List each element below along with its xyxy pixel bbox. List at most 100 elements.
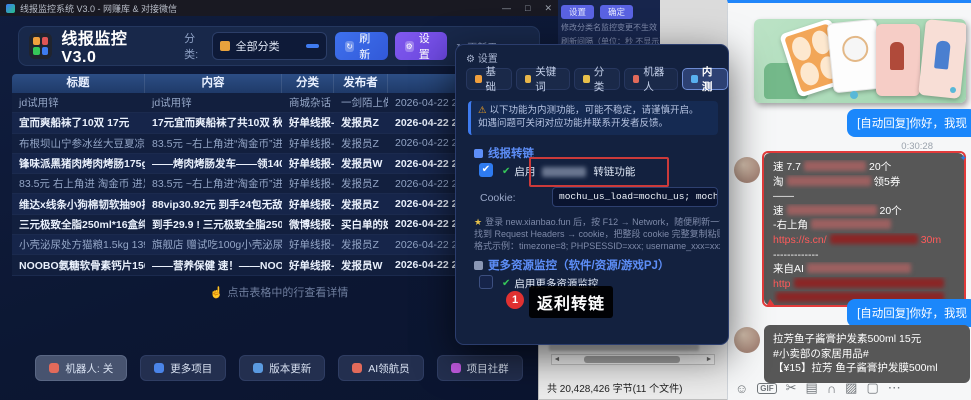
- footer-button-label: 机器人: 关: [65, 361, 113, 376]
- status-bar-text: 共 20,428,426 字节(11 个文件): [547, 380, 682, 395]
- monitor-icon: [253, 363, 263, 373]
- close-button[interactable]: ✕: [544, 3, 552, 14]
- table-cell: 发报员Z: [334, 136, 388, 151]
- message-line: ——: [773, 189, 955, 204]
- category-dropdown-value: 全部分类: [236, 38, 280, 54]
- message-line: 【¥15】拉芳 鱼子酱膏护发膜500ml: [773, 361, 961, 376]
- minimize-button[interactable]: —: [502, 3, 511, 14]
- scroll-right-icon[interactable]: ►: [704, 355, 714, 364]
- table-header-cell[interactable]: 标题: [12, 74, 145, 93]
- avatar[interactable]: [734, 157, 760, 183]
- rebate-checkbox[interactable]: ✔: [479, 163, 493, 177]
- sticker-image-message[interactable]: [754, 19, 966, 103]
- horizontal-scrollbar[interactable]: ◄ ►: [551, 354, 715, 365]
- chat-message-bubble: 速 7.720个淘领5券——速20个-右上角https://s.cn/30m--…: [764, 153, 964, 305]
- settings-dialog: ⚙ 设置 基础关键词分类机器人内测 ⚠以下功能为内测功能，可能不稳定，请谨慎开启…: [455, 44, 729, 345]
- footer-button[interactable]: 项目社群: [437, 355, 523, 381]
- message-line: https://s.cn/30m: [773, 233, 955, 248]
- message-line: 淘领5券: [773, 175, 955, 190]
- scroll-left-icon[interactable]: ◄: [552, 355, 562, 364]
- table-cell: 好单线报-...: [282, 197, 334, 212]
- table-cell: ——烤肉烤肠发车——领140-60补...: [145, 156, 282, 171]
- footer-button[interactable]: 机器人: 关: [35, 355, 127, 381]
- table-cell: 83.5元 ~右上角进“淘金币”进足迹...: [145, 136, 282, 151]
- message-line: -------------: [773, 248, 955, 263]
- globe-icon: [154, 363, 164, 373]
- smiley-icon[interactable]: ☺: [735, 381, 748, 396]
- table-cell: 发报员W: [334, 258, 388, 273]
- refresh-button[interactable]: ↻ 刷新: [335, 32, 388, 60]
- headset-icon[interactable]: ∩: [827, 381, 836, 396]
- beta-warning-box: ⚠以下功能为内测功能，可能不稳定，请谨慎开启。 如遇问题可关闭对应功能并联系开发…: [468, 101, 718, 135]
- censored-text: [787, 205, 877, 215]
- scrollbar-thumb[interactable]: [584, 356, 680, 363]
- censored-text: [830, 234, 918, 244]
- table-cell: 到手29.9 ! 三元极致全脂250ml*16...: [145, 217, 282, 232]
- message-timestamp: 0:30:28: [901, 141, 933, 152]
- footer-toolbar: 机器人: 关 更多项目版本更新 AI领航员 项目社群: [0, 355, 558, 381]
- message-line: http: [773, 277, 955, 292]
- scissors-icon[interactable]: ✂: [786, 380, 797, 396]
- tab-机器人[interactable]: 机器人: [624, 68, 678, 90]
- app-logo-icon: [29, 33, 52, 59]
- table-cell: 小壳泌尿处方猫粮1.5kg 139元: [12, 237, 145, 252]
- table-cell: 宜而爽船袜了10双 17元: [12, 115, 145, 130]
- footer-button[interactable]: 版本更新: [239, 355, 325, 381]
- image-icon[interactable]: ▨: [845, 380, 857, 396]
- table-header-cell[interactable]: 发布者: [334, 74, 388, 93]
- bulb-icon: ★: [474, 217, 482, 227]
- table-cell: 一剑陌上做...: [334, 95, 388, 110]
- red-annotation-rectangle: [529, 157, 669, 187]
- annotation-label: 返利转链: [529, 286, 613, 318]
- gif-icon[interactable]: GIF: [757, 383, 776, 394]
- monitor-icon: [474, 261, 483, 270]
- background-dialog-fragment: 设置确定 修改分类名监控变更不生效 刷新间隔（单位：秒 不显示）: [558, 0, 660, 48]
- table-header-cell[interactable]: 分类: [282, 74, 334, 93]
- table-cell: 旗舰店 赠试吃100g小壳泌尿处方猫粮...: [145, 237, 282, 252]
- table-cell: 83.5元 ~右上角进“淘金币”进足迹...: [145, 176, 282, 191]
- pin-icon: ✦: [959, 153, 967, 164]
- censored-text: [804, 161, 866, 171]
- message-line: 来自AI: [773, 262, 955, 277]
- table-header-cell[interactable]: 内容: [145, 74, 282, 93]
- dialog-tabs: 基础关键词分类机器人内测: [466, 68, 728, 90]
- table-cell: ——营养保健 速！——NOOBO ...: [145, 258, 282, 273]
- sticker-card: [826, 19, 883, 93]
- tab-基础[interactable]: 基础: [466, 68, 512, 90]
- tab-关键词[interactable]: 关键词: [516, 68, 570, 90]
- maximize-button[interactable]: □: [525, 3, 530, 14]
- robot-icon: [633, 75, 640, 83]
- table-cell: 发报员Z: [334, 237, 388, 252]
- settings-button[interactable]: ⚙ 设置: [395, 32, 448, 60]
- resources-checkbox[interactable]: [479, 275, 493, 289]
- footer-button[interactable]: 更多项目: [140, 355, 226, 381]
- footer-button-label: AI领航员: [368, 361, 409, 376]
- tab-label: 基础: [486, 64, 503, 94]
- app-icon: [6, 4, 15, 13]
- avatar[interactable]: [734, 327, 760, 353]
- category-dropdown[interactable]: 全部分类: [212, 32, 327, 60]
- fragment-button[interactable]: 确定: [600, 5, 633, 19]
- censored-text: [794, 278, 944, 288]
- cookie-input[interactable]: mochu_us_load=mochu_us; mochu_us_notice: [552, 187, 718, 207]
- sticker-card: [876, 24, 920, 96]
- table-cell: 发报员Z: [334, 115, 388, 130]
- table-cell: 83.5元 右上角进 淘金币 进足迹拍 有...: [12, 176, 145, 191]
- table-cell: 好单线报-...: [282, 237, 334, 252]
- red-annotation-arrow: [767, 299, 777, 309]
- window-title: 线报监控系统 V3.0 - 网赚库 & 对接微信: [20, 2, 177, 15]
- chat-message-bubble: 拉芳鱼子酱膏护发素500ml 15元#小卖部の家居用品#【¥15】拉芳 鱼子酱膏…: [764, 325, 970, 383]
- footer-button[interactable]: AI领航员: [338, 355, 423, 381]
- censored-text: [811, 219, 891, 229]
- tab-内测[interactable]: 内测: [682, 68, 728, 90]
- table-cell: 好单线报-...: [282, 115, 334, 130]
- fragment-button[interactable]: 设置: [561, 5, 594, 19]
- screenshot-icon[interactable]: ▢: [866, 380, 878, 396]
- more-icon[interactable]: ⋯: [888, 380, 901, 396]
- flag-icon: [451, 363, 461, 373]
- tab-分类[interactable]: 分类: [574, 68, 620, 90]
- folder-icon[interactable]: ▤: [806, 380, 818, 396]
- table-cell: 发报员Z: [334, 197, 388, 212]
- tab-label: 内测: [702, 64, 719, 94]
- gear-icon: ⚙: [405, 41, 414, 52]
